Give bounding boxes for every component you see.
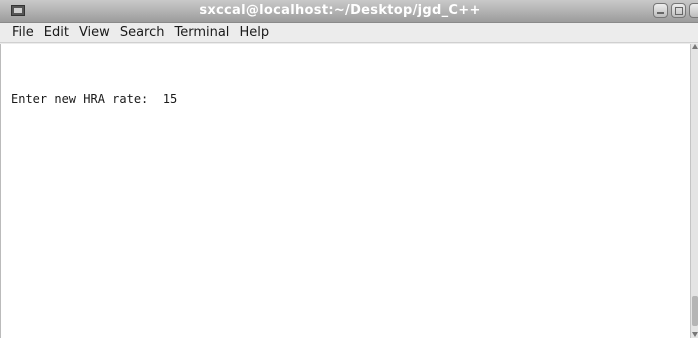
menu-search[interactable]: Search <box>116 23 171 43</box>
menu-bar: File Edit View Search Terminal Help <box>0 23 698 43</box>
menu-terminal[interactable]: Terminal <box>170 23 235 43</box>
minimize-icon[interactable] <box>653 3 668 18</box>
menu-view[interactable]: View <box>75 23 116 43</box>
window-controls <box>653 3 698 19</box>
close-icon[interactable] <box>689 3 698 18</box>
scroll-thumb[interactable] <box>692 296 698 326</box>
menu-edit[interactable]: Edit <box>40 23 75 43</box>
title-bar[interactable]: sxccal@localhost:~/Desktop/jgd_C++ <box>0 0 698 23</box>
vertical-scrollbar[interactable] <box>690 44 698 338</box>
terminal-output[interactable]: Enter new HRA rate: 15 <box>0 44 690 338</box>
scroll-down-icon[interactable] <box>692 332 698 337</box>
menu-file[interactable]: File <box>8 23 40 43</box>
window-title: sxccal@localhost:~/Desktop/jgd_C++ <box>199 3 481 18</box>
menu-help[interactable]: Help <box>235 23 275 43</box>
maximize-icon[interactable] <box>671 3 686 18</box>
terminal-line: Enter new HRA rate: 15 <box>11 92 178 106</box>
scroll-up-icon[interactable] <box>692 44 698 49</box>
terminal-window: sxccal@localhost:~/Desktop/jgd_C++ File … <box>0 0 698 338</box>
